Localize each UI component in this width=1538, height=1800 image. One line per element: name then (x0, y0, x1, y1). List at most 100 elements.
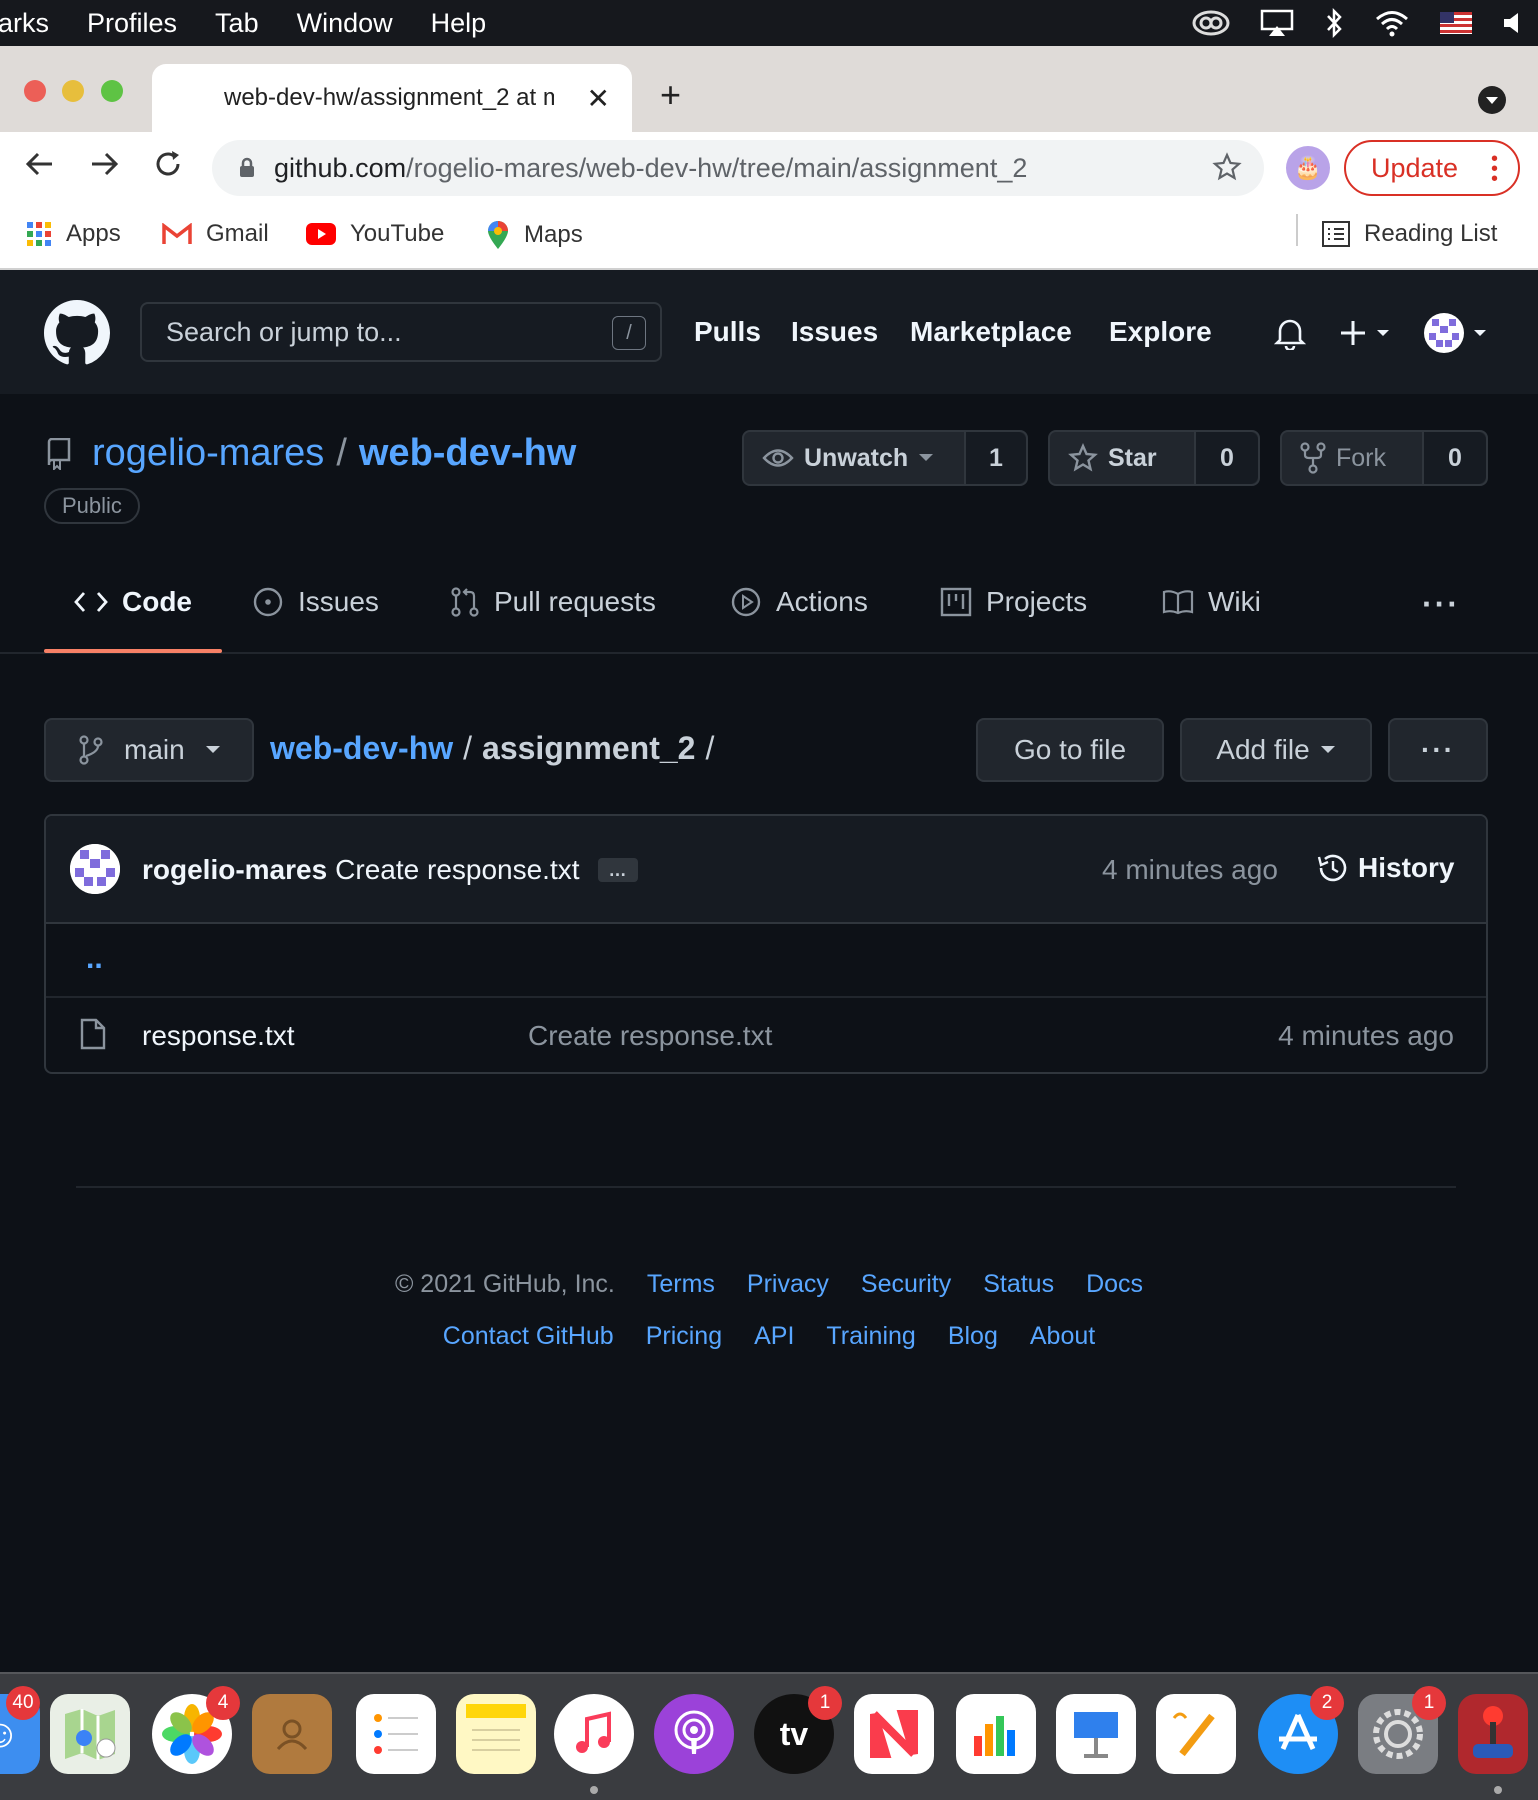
menu-tab[interactable]: Tab (215, 8, 259, 39)
bluetooth-icon[interactable] (1324, 8, 1344, 38)
tab-label: Actions (776, 586, 868, 617)
menu-profiles[interactable]: Profiles (87, 8, 177, 39)
star-count[interactable]: 0 (1196, 432, 1258, 484)
nav-issues[interactable]: Issues (791, 316, 878, 348)
search-input[interactable]: Search or jump to... / (140, 302, 662, 362)
maps-app-icon[interactable] (50, 1694, 130, 1774)
browser-tab-active[interactable]: web-dev-hw/assignment_2 at main · rogeli… (152, 64, 632, 132)
update-label: Update (1371, 152, 1459, 183)
footer-link-contact[interactable]: Contact GitHub (443, 1322, 614, 1351)
file-commit-message-link[interactable]: Create response.txt (528, 1020, 772, 1052)
footer-link-blog[interactable]: Blog (948, 1322, 998, 1351)
watch-button-group: Unwatch 1 (742, 430, 1028, 486)
more-options-icon[interactable]: ··· (1388, 718, 1488, 782)
lock-icon[interactable] (238, 157, 256, 179)
back-icon[interactable] (24, 148, 56, 180)
watch-count[interactable]: 1 (966, 432, 1026, 484)
address-bar[interactable]: github.com/rogelio-mares/web-dev-hw/tree… (212, 140, 1264, 196)
volume-icon[interactable] (1502, 11, 1522, 35)
footer-link-security[interactable]: Security (861, 1270, 951, 1299)
close-window-button[interactable] (24, 80, 46, 102)
notifications-bell-icon[interactable] (1274, 316, 1306, 350)
fork-count[interactable]: 0 (1424, 432, 1486, 484)
tab-pull-requests[interactable]: Pull requests (450, 586, 656, 618)
branch-selector[interactable]: main (44, 718, 254, 782)
footer-link-terms[interactable]: Terms (647, 1270, 715, 1299)
commit-time[interactable]: 4 minutes ago (1102, 854, 1278, 886)
tab-issues[interactable]: Issues (252, 586, 379, 618)
tab-wiki[interactable]: Wiki (1162, 586, 1261, 618)
app-store-badge: 2 (1310, 1686, 1344, 1720)
commit-message-link[interactable]: Create response.txt (335, 854, 579, 886)
new-tab-button[interactable]: + (660, 74, 681, 116)
more-tabs-icon[interactable]: ··· (1422, 586, 1460, 623)
tab-label: Issues (298, 586, 379, 617)
menu-bookmarks[interactable]: arks (0, 8, 49, 39)
news-app-icon[interactable] (854, 1694, 934, 1774)
pages-app-icon[interactable] (1156, 1694, 1236, 1774)
footer-link-status[interactable]: Status (983, 1270, 1054, 1299)
bookmark-apps[interactable]: Apps (26, 220, 121, 248)
footer-link-docs[interactable]: Docs (1086, 1270, 1143, 1299)
tab-projects[interactable]: Projects (940, 586, 1087, 618)
add-file-button[interactable]: Add file (1180, 718, 1372, 782)
reload-icon[interactable] (152, 148, 184, 180)
breadcrumb-repo-link[interactable]: web-dev-hw (270, 730, 453, 767)
commit-author-link[interactable]: rogelio-mares (142, 854, 327, 886)
nav-explore[interactable]: Explore (1109, 316, 1212, 348)
music-app-icon[interactable] (554, 1694, 634, 1774)
breadcrumb: web-dev-hw / assignment_2 / (270, 730, 724, 767)
menu-window[interactable]: Window (297, 8, 393, 39)
unwatch-button[interactable]: Unwatch (744, 432, 966, 484)
update-button[interactable]: Update • • • (1344, 140, 1520, 196)
footer-link-api[interactable]: API (754, 1322, 794, 1351)
fork-button[interactable]: Fork (1282, 432, 1424, 484)
file-name-link[interactable]: response.txt (142, 1020, 295, 1052)
parent-directory-row[interactable]: .. (46, 924, 1486, 998)
repo-owner-link[interactable]: rogelio-mares (92, 432, 324, 475)
footer-link-about[interactable]: About (1030, 1322, 1095, 1351)
nav-pulls[interactable]: Pulls (694, 316, 761, 348)
parent-directory-link[interactable]: .. (86, 942, 103, 976)
commit-author-avatar[interactable] (70, 844, 120, 894)
keynote-app-icon[interactable] (1056, 1694, 1136, 1774)
star-button[interactable]: Star (1050, 432, 1196, 484)
airplay-icon[interactable] (1260, 9, 1294, 37)
more-vert-icon[interactable]: • • • (1491, 149, 1498, 189)
contacts-app-icon[interactable] (252, 1694, 332, 1774)
footer-link-privacy[interactable]: Privacy (747, 1270, 829, 1299)
tab-search-menu-icon[interactable] (1478, 86, 1506, 114)
unwatch-label: Unwatch (804, 443, 909, 472)
commit-expand-button[interactable]: … (597, 858, 638, 882)
wifi-icon[interactable] (1374, 9, 1410, 37)
footer-link-training[interactable]: Training (826, 1322, 915, 1351)
bookmark-gmail[interactable]: Gmail (162, 220, 269, 248)
minimize-window-button[interactable] (62, 80, 84, 102)
reading-list-button[interactable]: Reading List (1322, 220, 1497, 248)
nav-marketplace[interactable]: Marketplace (910, 316, 1072, 348)
github-logo-icon[interactable] (44, 300, 110, 366)
go-to-file-button[interactable]: Go to file (976, 718, 1164, 782)
tab-code[interactable]: Code (74, 586, 192, 618)
user-avatar-menu[interactable] (1424, 312, 1490, 354)
forward-icon[interactable] (88, 148, 120, 180)
repo-name-link[interactable]: web-dev-hw (359, 432, 576, 475)
zoom-window-button[interactable] (101, 80, 123, 102)
tab-actions[interactable]: Actions (730, 586, 868, 618)
bookmark-maps[interactable]: Maps (486, 220, 583, 250)
podcasts-app-icon[interactable] (654, 1694, 734, 1774)
us-flag-icon[interactable] (1440, 12, 1472, 34)
create-new-plus-icon[interactable] (1340, 318, 1394, 348)
notes-app-icon[interactable] (456, 1694, 536, 1774)
history-link[interactable]: History (1316, 852, 1454, 884)
reminders-app-icon[interactable] (356, 1694, 436, 1774)
numbers-app-icon[interactable] (956, 1694, 1036, 1774)
footer-link-pricing[interactable]: Pricing (646, 1322, 722, 1351)
profile-avatar[interactable]: 🎂 (1286, 146, 1330, 190)
bookmark-star-icon[interactable] (1212, 152, 1242, 182)
close-tab-icon[interactable]: ✕ (587, 82, 610, 115)
joystick-app-icon[interactable] (1458, 1694, 1528, 1774)
bookmark-youtube[interactable]: YouTube (306, 220, 444, 248)
creative-cloud-icon[interactable] (1192, 10, 1230, 36)
menu-help[interactable]: Help (431, 8, 487, 39)
